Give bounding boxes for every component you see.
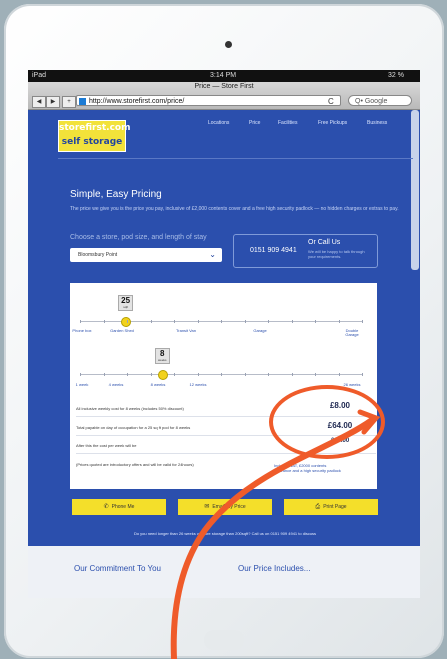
annotation-arrow bbox=[170, 409, 381, 659]
